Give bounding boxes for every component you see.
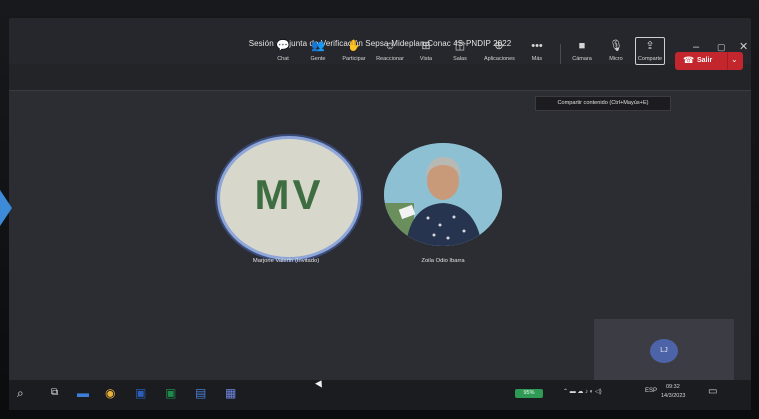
battery-badge[interactable]: 95% <box>515 389 543 398</box>
chat-button[interactable]: 💬 Chat <box>268 40 298 63</box>
clock-time[interactable]: 09:32 <box>666 384 680 390</box>
word-icon[interactable]: ▣ <box>135 387 146 399</box>
language-indicator[interactable]: ESP <box>645 388 657 394</box>
rooms-button[interactable]: ◫ Salas <box>445 40 475 63</box>
excel-icon[interactable]: ▣ <box>165 387 176 399</box>
leave-label: Salir <box>697 57 713 64</box>
chrome-icon[interactable]: ◉ <box>105 387 115 399</box>
react-label: Reaccionar <box>376 56 404 62</box>
taskbar-app-icon[interactable]: ▬ <box>77 387 89 399</box>
chat-label: Chat <box>277 56 289 62</box>
toolbar-separator <box>560 44 561 64</box>
profile-photo <box>384 143 502 246</box>
more-button[interactable]: ••• Más <box>522 40 552 63</box>
clock-date[interactable]: 14/3/2023 <box>661 393 685 399</box>
self-view-tile[interactable]: LJ <box>594 319 734 387</box>
participate-button[interactable]: ✋ Participar <box>339 40 369 63</box>
people-label: Gente <box>310 56 326 62</box>
teams-icon[interactable]: ▦ <box>225 387 236 399</box>
meeting-toolbar <box>9 64 751 90</box>
share-button[interactable]: ⇪ Comparte <box>635 37 665 65</box>
camera-label: Cámara <box>572 56 592 62</box>
participant-name-zoila: Zoila Odio Ibarra <box>421 258 465 264</box>
more-icon: ••• <box>531 40 543 52</box>
apps-icon: ⊕ <box>494 40 504 52</box>
tray-icons[interactable]: ⌃ ▬ ☁ ♪ ◐ ◁) <box>563 388 602 395</box>
apps-label: Aplicaciones <box>484 56 515 62</box>
chevron-down-icon[interactable]: ⌄ <box>731 55 738 64</box>
people-icon: 👥 <box>311 40 325 52</box>
share-tooltip: Compartir contenido (Ctrl+Mayús+E) <box>535 96 671 111</box>
participate-label: Participar <box>342 56 366 62</box>
participant-name-mv: Marjorie Valerín (Invitado) <box>252 258 320 264</box>
avatar-initials: MV <box>254 171 324 218</box>
view-label: Vista <box>419 56 433 62</box>
slide-nav-arrow <box>0 190 12 226</box>
rooms-icon: ◫ <box>454 40 466 52</box>
share-label: Comparte <box>637 56 663 62</box>
task-view-icon[interactable]: ⧉ <box>51 387 58 399</box>
apps-button[interactable]: ⊕ Aplicaciones <box>484 40 515 63</box>
emoji-icon: ☺ <box>384 40 396 52</box>
notification-icon[interactable]: ▭ <box>708 386 717 397</box>
search-icon[interactable]: ⌕ <box>17 387 24 399</box>
files-icon[interactable]: ▤ <box>195 387 206 399</box>
windows-taskbar: ⌕ ⧉ ▬ ◉ ▣ ▣ ▤ ▦ <box>9 380 751 410</box>
grid-icon: ⊞ <box>421 40 431 52</box>
mic-label: Micro <box>609 56 623 62</box>
react-button[interactable]: ☺ Reaccionar <box>375 40 405 63</box>
participant-avatar-photo[interactable] <box>384 143 502 246</box>
participant-avatar-mv[interactable]: MV <box>217 136 361 260</box>
leave-divider <box>727 52 728 70</box>
raise-hand-icon: ✋ <box>347 40 361 52</box>
chat-icon: 💬 <box>276 40 290 52</box>
leave-button[interactable]: ☎ Salir ⌄ <box>675 52 743 70</box>
share-icon: ⇪ <box>645 40 655 52</box>
view-button[interactable]: ⊞ Vista <box>411 40 441 63</box>
camera-button[interactable]: ■ Cámara <box>567 40 597 63</box>
people-button[interactable]: 👥 Gente <box>303 40 333 63</box>
rooms-label: Salas <box>453 56 467 62</box>
mic-icon: 🎙 <box>609 40 623 52</box>
phone-icon: ☎ <box>683 55 695 65</box>
self-avatar: LJ <box>650 339 678 363</box>
more-label: Más <box>531 56 543 62</box>
toolbar-divider <box>9 90 751 91</box>
camera-icon: ■ <box>578 40 586 52</box>
mic-button[interactable]: 🎙 Micro <box>601 40 631 63</box>
